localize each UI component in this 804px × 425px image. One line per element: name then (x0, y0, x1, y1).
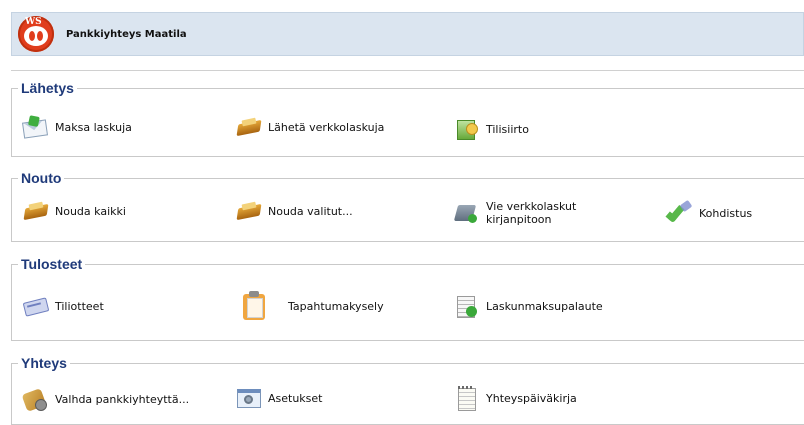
vaihda-pankkiyhteytta-button[interactable]: Valhda pankkiyhteyttä... (23, 387, 189, 411)
vaihda-pankkiyhteytta-label: Valhda pankkiyhteyttä... (55, 392, 190, 406)
asetukset-label: Asetukset (268, 391, 323, 405)
fetch-package-icon (23, 201, 47, 221)
clipboard-icon (242, 291, 266, 321)
nouda-kaikki-label: Nouda kaikki (55, 204, 126, 218)
settings-icon (236, 387, 261, 409)
envelope-pay-icon (22, 119, 48, 139)
op-logo-mark (24, 26, 48, 46)
nouda-kaikki-button[interactable]: Nouda kaikki (23, 201, 126, 221)
laheta-verkkolaskuja-label: Lähetä verkkolaskuja (268, 120, 385, 134)
vie-verkkolaskut-line2: kirjanpitoon (486, 213, 552, 226)
laheta-verkkolaskuja-button[interactable]: Lähetä verkkolaskuja (236, 117, 384, 137)
tilisiirto-label: Tilisiirto (486, 122, 529, 136)
tapahtumakysely-label: Tapahtumakysely (288, 299, 384, 313)
log-notepad-icon (454, 386, 478, 411)
nouda-valitut-label: Nouda valitut... (268, 204, 353, 218)
vie-verkkolaskut-button[interactable]: Vie verkkolaskut kirjanpitoon (454, 200, 576, 226)
app-header: WS Pankkiyhteys Maatila (11, 12, 804, 56)
group-title-lahetys: Lähetys (21, 80, 74, 96)
money-transfer-icon (454, 117, 478, 141)
op-logo: WS (18, 16, 54, 52)
maksa-laskuja-label: Maksa laskuja (55, 120, 132, 134)
group-title-yhteys: Yhteys (21, 355, 67, 371)
payment-feedback-icon (454, 294, 478, 318)
checkmark-icon (667, 201, 691, 225)
nouda-valitut-button[interactable]: Nouda valitut... (236, 201, 353, 221)
maksa-laskuja-button[interactable]: Maksa laskuja (22, 117, 132, 139)
vie-verkkolaskut-line1: Vie verkkolaskut (486, 200, 577, 213)
tiliotteet-label: Tiliotteet (55, 299, 104, 313)
laskunmaksupalaute-label: Laskunmaksupalaute (486, 299, 603, 313)
statement-icon (23, 294, 47, 318)
clipboard-clip (249, 291, 259, 297)
fetch-selected-icon (236, 201, 260, 221)
group-title-nouto: Nouto (21, 170, 62, 186)
group-tulosteet: Tulosteet (11, 256, 804, 341)
tiliotteet-button[interactable]: Tiliotteet (23, 294, 104, 318)
header-title: Pankkiyhteys Maatila (66, 29, 187, 40)
send-package-icon (236, 117, 260, 137)
yhteyspaivakirja-button[interactable]: Yhteyspäiväkirja (454, 386, 577, 411)
asetukset-button[interactable]: Asetukset (236, 387, 323, 409)
tilisiirto-button[interactable]: Tilisiirto (454, 117, 529, 141)
kohdistus-label: Kohdistus (699, 206, 753, 220)
laskunmaksupalaute-button[interactable]: Laskunmaksupalaute (454, 294, 603, 318)
yhteyspaivakirja-label: Yhteyspäiväkirja (486, 391, 577, 405)
change-connection-icon (23, 387, 47, 411)
group-title-tulosteet: Tulosteet (21, 256, 83, 272)
header-divider (11, 70, 804, 71)
tapahtumakysely-button[interactable]: Tapahtumakysely (242, 291, 384, 321)
kohdistus-button[interactable]: Kohdistus (667, 201, 752, 225)
vie-verkkolaskut-label: Vie verkkolaskut kirjanpitoon (486, 200, 576, 226)
export-bookkeeping-icon (454, 201, 478, 225)
